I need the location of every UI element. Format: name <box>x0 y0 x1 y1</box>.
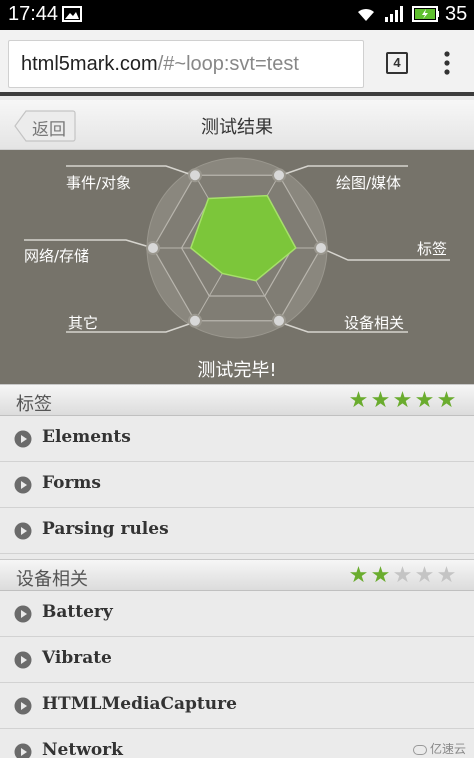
list-item-label: Network <box>42 740 123 758</box>
star-icon: ★ <box>392 563 414 588</box>
result-panel: 事件/对象 绘图/媒体 网络/存储 标签 其它 设备相关 测试完毕! <box>0 150 474 384</box>
star-icon: ★ <box>436 388 458 413</box>
star-icon: ★ <box>370 563 392 588</box>
overflow-menu-icon[interactable] <box>440 50 454 76</box>
radar-vertex-dot <box>272 168 286 183</box>
page-header: 返回 测试结果 <box>0 100 474 150</box>
axis-label-device: 设备相关 <box>344 314 405 332</box>
star-icon: ★ <box>348 388 370 413</box>
battery-icon <box>412 6 439 22</box>
play-circle-icon <box>14 743 32 758</box>
star-icon: ★ <box>414 388 436 413</box>
tab-switcher-button[interactable]: 4 <box>386 52 408 74</box>
list-item-label: Forms <box>42 473 101 493</box>
star-icon: ★ <box>436 563 458 588</box>
radar-vertex-dot <box>314 241 328 255</box>
watermark: 亿速云 <box>412 740 466 757</box>
page-title: 测试结果 <box>201 117 273 138</box>
list-item[interactable]: Network <box>0 729 474 758</box>
list-item[interactable]: Parsing rules <box>0 508 474 554</box>
list-item-label: Battery <box>42 602 113 622</box>
star-icon: ★ <box>348 563 370 588</box>
wifi-icon <box>358 8 374 21</box>
list-item[interactable]: HTMLMediaCapture <box>0 683 474 729</box>
star-rating: ★★★★★ <box>348 564 458 588</box>
battery-level: 35 <box>445 3 468 25</box>
status-bar: 17:44 35 <box>0 0 474 30</box>
browser-toolbar: html5mark.com/#~loop:svt=test 4 <box>0 30 474 96</box>
star-rating: ★★★★★ <box>348 389 458 413</box>
axis-label-network: 网络/存储 <box>24 247 90 265</box>
section-title: 设备相关 <box>16 569 88 590</box>
play-circle-icon <box>14 522 32 540</box>
list-item[interactable]: Forms <box>0 462 474 508</box>
section-header-tags: 标签 ★★★★★ <box>0 384 474 416</box>
list-item-label: Elements <box>42 427 131 447</box>
axis-label-tags: 标签 <box>417 240 448 258</box>
star-icon: ★ <box>414 563 436 588</box>
list-item[interactable]: Vibrate <box>0 637 474 683</box>
url-path: /#~loop:svt=test <box>157 53 299 75</box>
section-header-device: 设备相关 ★★★★★ <box>0 559 474 591</box>
url-host: html5mark.com <box>21 53 158 75</box>
test-complete-text: 测试完毕! <box>197 360 277 381</box>
address-bar[interactable]: html5mark.com/#~loop:svt=test <box>8 40 364 88</box>
play-circle-icon <box>14 476 32 494</box>
signal-icon <box>385 6 403 22</box>
axis-label-other: 其它 <box>68 314 99 332</box>
star-icon: ★ <box>370 388 392 413</box>
list-item-label: Parsing rules <box>42 519 169 539</box>
section-title: 标签 <box>16 394 52 415</box>
list-item-label: HTMLMediaCapture <box>42 694 237 714</box>
list-item[interactable]: Battery <box>0 591 474 637</box>
list-item-label: Vibrate <box>42 648 112 668</box>
radar-vertex-dot <box>188 313 202 328</box>
play-circle-icon <box>14 651 32 669</box>
star-icon: ★ <box>392 388 414 413</box>
radar-vertex-dot <box>146 241 160 255</box>
axis-label-events: 事件/对象 <box>66 174 132 192</box>
play-circle-icon <box>14 430 32 448</box>
play-circle-icon <box>14 605 32 623</box>
radar-vertex-dot <box>188 168 202 183</box>
list-item[interactable]: Elements <box>0 416 474 462</box>
axis-label-graphics: 绘图/媒体 <box>336 174 402 192</box>
watermark-text: 亿速云 <box>429 742 466 756</box>
url-text: html5mark.com/#~loop:svt=test <box>21 53 299 76</box>
radar-vertex-dot <box>272 313 286 328</box>
image-icon <box>62 6 82 22</box>
status-time: 17:44 <box>8 3 59 25</box>
play-circle-icon <box>14 697 32 715</box>
cloud-icon <box>412 744 427 755</box>
